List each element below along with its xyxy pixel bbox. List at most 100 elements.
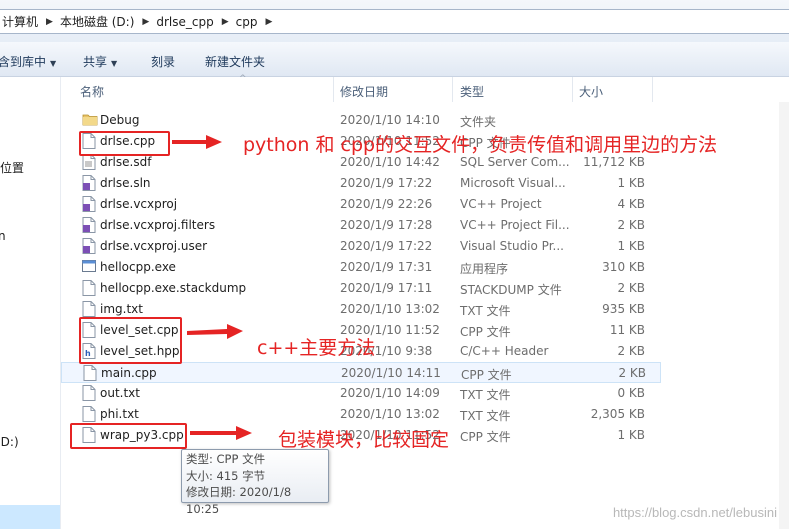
file-name: hellocpp.exe <box>100 260 176 274</box>
file-size: 2 KB <box>617 218 645 232</box>
stackdump-file-icon <box>82 280 96 296</box>
share-button[interactable]: 共享 ▼ <box>83 53 117 70</box>
column-divider[interactable] <box>652 77 653 102</box>
column-size[interactable]: 大小 <box>579 83 603 100</box>
address-bar[interactable]: 计算机 ▶ 本地磁盘 (D:) ▶ drlse_cpp ▶ cpp ▶ <box>0 9 789 34</box>
breadcrumb-separator-icon[interactable]: ▶ <box>259 17 277 27</box>
sln-file-icon <box>82 175 96 191</box>
tooltip-size: 大小: 415 字节 <box>186 468 266 483</box>
file-date-modified: 2020/1/10 14:42 <box>340 155 440 169</box>
file-row[interactable]: drlse.vcxproj 2020/1/9 22:26 VC++ Project 4… <box>61 194 661 215</box>
cpp-file-icon <box>83 365 97 381</box>
chevron-down-icon: ▼ <box>111 59 118 68</box>
file-type: STACKDUMP 文件 <box>460 283 562 297</box>
annotation-box-wrap-py3 <box>70 423 187 449</box>
file-type: Visual Studio Pr... <box>460 239 564 253</box>
file-row[interactable]: hellocpp.exe 2020/1/9 17:31 应用程序 310 KB <box>61 257 661 278</box>
file-size: 2,305 KB <box>590 407 645 421</box>
file-size: 310 KB <box>602 260 645 274</box>
tooltip-type: 类型: CPP 文件 <box>186 452 266 466</box>
nav-selected-highlight <box>0 505 60 529</box>
file-date-modified: 2020/1/9 17:11 <box>340 281 433 295</box>
breadcrumb-separator-icon[interactable]: ▶ <box>136 17 154 27</box>
file-type: CPP 文件 <box>460 325 511 339</box>
file-row[interactable]: Debug 2020/1/10 14:10 文件夹 <box>61 110 661 131</box>
filters-file-icon <box>82 217 96 233</box>
file-size: 11,712 KB <box>583 155 645 169</box>
breadcrumb-separator-icon[interactable]: ▶ <box>216 17 234 27</box>
breadcrumb-separator-icon[interactable]: ▶ <box>40 17 58 27</box>
arrow-icon <box>172 135 222 149</box>
breadcrumb-cpp[interactable]: cpp <box>234 15 260 29</box>
file-type: C/C++ Header <box>460 344 549 358</box>
column-divider[interactable] <box>572 77 573 102</box>
file-type: SQL Server Com... <box>460 155 570 169</box>
file-list: Debug 2020/1/10 14:10 文件夹 drlse.cpp 2020/1/1… <box>61 110 789 450</box>
include-in-library-button[interactable]: 包含到库中▼ <box>0 53 56 70</box>
column-type[interactable]: 类型 <box>460 83 484 100</box>
nav-item-drive-d[interactable]: (D:) <box>0 435 19 449</box>
user-file-icon <box>82 238 96 254</box>
sdf-file-icon <box>82 154 96 170</box>
watermark-text: https://blog.csdn.net/lebusini <box>612 505 777 520</box>
annotation-note-wrapper: 包装模块，比较固定 <box>278 429 450 451</box>
file-row[interactable]: hellocpp.exe.stackdump 2020/1/9 17:11 STAC… <box>61 278 661 299</box>
file-row[interactable]: out.txt 2020/1/10 14:09 TXT 文件 0 KB <box>61 383 661 404</box>
file-date-modified: 2020/1/10 13:02 <box>340 302 440 316</box>
nav-item-partial[interactable]: n <box>0 229 6 243</box>
annotation-note-interaction: python 和 cpp的交互文件，负责传值和调用里边的方法 <box>243 134 718 156</box>
file-row[interactable]: main.cpp 2020/1/10 14:11 CPP 文件 2 KB <box>61 362 661 383</box>
breadcrumb-computer[interactable]: 计算机 <box>0 13 40 30</box>
file-size: 4 KB <box>617 197 645 211</box>
file-type: CPP 文件 <box>461 368 512 382</box>
arrow-icon <box>187 324 243 339</box>
file-size: 935 KB <box>602 302 645 316</box>
file-size: 2 KB <box>618 366 646 380</box>
txt-file-icon <box>82 301 96 317</box>
file-name: drlse.vcxproj <box>100 197 178 211</box>
arrow-icon <box>190 426 252 440</box>
file-name: img.txt <box>100 302 143 316</box>
address-bar-area: 计算机 ▶ 本地磁盘 (D:) ▶ drlse_cpp ▶ cpp ▶ <box>0 0 789 42</box>
column-divider[interactable] <box>333 77 334 102</box>
file-size: 2 KB <box>617 281 645 295</box>
breadcrumb-drive[interactable]: 本地磁盘 (D:) <box>58 13 136 30</box>
file-date-modified: 2020/1/10 14:10 <box>340 113 440 127</box>
new-folder-label: 新建文件夹 <box>205 55 266 69</box>
txt-file-icon <box>82 385 96 401</box>
burn-label: 刻录 <box>151 55 176 69</box>
nav-item-recent-places[interactable]: 的位置 <box>0 159 24 176</box>
command-toolbar: 包含到库中▼ 共享▼ 刻录 新建文件夹 <box>0 42 789 77</box>
burn-button[interactable]: 刻录 <box>151 53 175 70</box>
file-size: 1 KB <box>617 428 645 442</box>
file-row[interactable]: drlse.sln 2020/1/9 17:22 Microsoft Visual.… <box>61 173 661 194</box>
file-size: 1 KB <box>617 176 645 190</box>
file-size: 11 KB <box>609 323 645 337</box>
file-name: drlse.vcxproj.user <box>100 239 208 253</box>
file-row[interactable]: drlse.vcxproj.user 2020/1/9 17:22 Visual S… <box>61 236 661 257</box>
vertical-scrollbar[interactable] <box>779 102 789 529</box>
file-date-modified: 2020/1/9 17:28 <box>340 218 433 232</box>
file-size: 2 KB <box>617 344 645 358</box>
column-divider[interactable] <box>452 77 453 102</box>
column-name[interactable]: 名称 <box>80 83 104 100</box>
file-name: drlse.vcxproj.filters <box>100 218 216 232</box>
file-row[interactable]: drlse.vcxproj.filters 2020/1/9 17:28 VC++ … <box>61 215 661 236</box>
file-date-modified: 2020/1/9 17:31 <box>340 260 433 274</box>
column-header: ^ 名称 修改日期 类型 大小 <box>61 74 789 102</box>
breadcrumb-drlse-cpp[interactable]: drlse_cpp <box>154 15 215 29</box>
file-name: out.txt <box>100 386 140 400</box>
file-name: drlse.sln <box>100 176 151 190</box>
file-name: drlse.sdf <box>100 155 152 169</box>
annotation-box-drlse-cpp <box>79 131 170 156</box>
annotation-box-level-set <box>79 317 182 364</box>
file-date-modified: 2020/1/9 17:22 <box>340 239 433 253</box>
navigation-pane: 的位置 n (D:) <box>0 77 60 529</box>
file-date-modified: 2020/1/10 13:02 <box>340 407 440 421</box>
column-date-modified[interactable]: 修改日期 <box>340 83 388 100</box>
file-row[interactable]: phi.txt 2020/1/10 13:02 TXT 文件 2,305 KB <box>61 404 661 425</box>
file-name: phi.txt <box>100 407 139 421</box>
new-folder-button[interactable]: 新建文件夹 <box>205 53 265 70</box>
tooltip-modified: 修改日期: 2020/1/8 10:25 <box>186 485 292 516</box>
file-date-modified: 2020/1/9 17:22 <box>340 176 433 190</box>
